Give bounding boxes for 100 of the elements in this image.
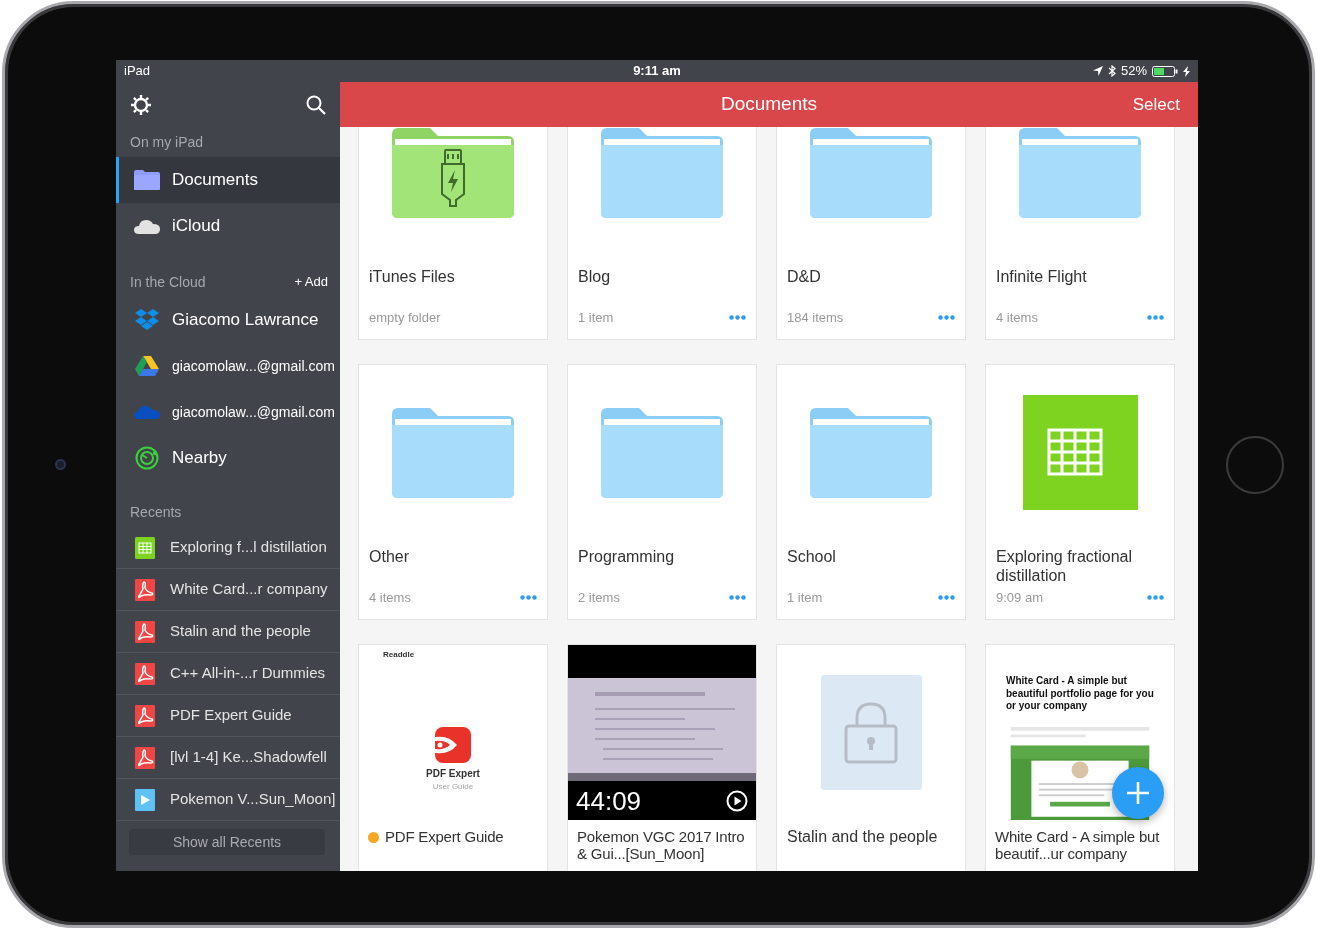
recent-item[interactable]: Stalin and the people: [116, 611, 340, 654]
sidebar-item[interactable]: Documents: [116, 157, 340, 204]
file-card[interactable]: D&D 184 items: [776, 127, 966, 341]
play-icon[interactable]: [726, 789, 748, 812]
folder-icon: [810, 127, 932, 218]
more-icon[interactable]: [729, 594, 746, 600]
home-button[interactable]: [1226, 435, 1284, 494]
app-logo-icon: [435, 727, 471, 764]
sidebar-item[interactable]: Giacomo Lawrance: [116, 297, 340, 344]
file-card[interactable]: Stalin and the people: [776, 644, 966, 871]
file-title: Programming: [578, 548, 675, 567]
video-duration: 44:09: [576, 787, 642, 814]
file-card[interactable]: School 1 item: [776, 364, 966, 621]
more-icon[interactable]: [1147, 594, 1164, 600]
camera-icon: [55, 459, 66, 470]
file-card[interactable]: Exploring fractional distillation 9:09 am: [985, 364, 1175, 621]
section-label: On my iPad: [130, 132, 204, 152]
file-title: Other: [369, 548, 409, 567]
pdf-icon: [135, 662, 155, 685]
file-title: Infinite Flight: [996, 268, 1087, 287]
radar-icon: [135, 446, 159, 471]
pdf-icon: [135, 578, 155, 601]
file-detail: empty folder: [369, 308, 441, 327]
search-icon[interactable]: [306, 94, 326, 115]
file-card[interactable]: Other 4 items: [358, 364, 548, 621]
file-title: Stalin and the people: [787, 828, 938, 847]
more-icon[interactable]: [938, 594, 955, 600]
publisher-text: Readdle: [382, 649, 415, 662]
folder-icon: [601, 407, 723, 498]
folder-icon: [1019, 127, 1141, 218]
file-title: White Card - A simple but beautif...ur company: [995, 828, 1161, 863]
sidebar-item[interactable]: iCloud: [116, 203, 340, 250]
folder-icon: [392, 407, 514, 498]
document-heading: White Card - A simple but beautiful portfolio page for you or your company: [1006, 675, 1154, 713]
section-label: In the Cloud: [130, 272, 206, 292]
battery-percent: 52%: [1120, 62, 1147, 81]
battery-icon: [1152, 65, 1178, 77]
box-icon: [135, 309, 159, 332]
usb-folder-icon: [392, 127, 514, 218]
file-detail: 4 items: [369, 588, 411, 607]
file-card[interactable]: 44:09 Pokemon VGC 2017 Intro & Gui...[Sun_Moon]: [567, 644, 757, 871]
recent-item[interactable]: White Card...r company: [116, 569, 340, 612]
file-title: Blog: [578, 268, 611, 287]
clock-time: 9:11 am: [633, 62, 681, 81]
charging-icon: [1183, 65, 1190, 77]
device-name: iPad: [124, 62, 151, 81]
settings-icon[interactable]: [130, 93, 152, 116]
file-detail: 184 items: [787, 308, 844, 327]
logo-title: PDF Expert: [426, 767, 480, 782]
sidebar-item[interactable]: giacomolaw...@gmail.com: [116, 389, 340, 436]
lock-icon: [844, 701, 898, 764]
sidebar-item[interactable]: giacomolaw...@gmail.com: [116, 343, 340, 390]
pdf-icon: [135, 620, 155, 643]
page-title: Documents: [720, 92, 818, 117]
file-title: Pokemon VGC 2017 Intro & Gui...[Sun_Moon]: [577, 828, 746, 863]
more-icon[interactable]: [938, 314, 955, 320]
pdf-icon: [135, 746, 155, 769]
plus-icon: [1126, 781, 1150, 805]
recent-item[interactable]: Pokemon V...Sun_Moon]: [116, 779, 340, 822]
logo-subtitle: User Guide: [432, 781, 474, 794]
bluetooth-icon: [1107, 65, 1116, 78]
file-detail: 4 items: [996, 308, 1038, 327]
file-title: School: [787, 548, 836, 567]
more-icon[interactable]: [1147, 314, 1164, 320]
folder-icon: [601, 127, 723, 218]
spreadsheet-icon: [1022, 395, 1138, 511]
file-detail: 2 items: [578, 588, 620, 607]
file-title: iTunes Files: [369, 268, 455, 287]
more-icon[interactable]: [729, 314, 746, 320]
file-card[interactable]: Infinite Flight 4 items: [985, 127, 1175, 341]
section-label: Recents: [130, 502, 182, 522]
file-detail: 1 item: [787, 588, 823, 607]
triangle-icon: [135, 356, 159, 377]
sidebar-item[interactable]: Nearby: [116, 435, 340, 482]
select-button[interactable]: Select: [1132, 91, 1198, 118]
file-title: Exploring fractional distillation: [996, 548, 1134, 585]
spreadsheet-icon: [135, 536, 155, 559]
show-all-button[interactable]: Show all Recents: [129, 829, 325, 856]
file-card[interactable]: Programming 2 items: [567, 364, 757, 621]
file-card[interactable]: White Card - A simple but beautiful portfolio page for you or your company White Card - A simple but beautif...ur company: [985, 644, 1175, 871]
recent-item[interactable]: PDF Expert Guide: [116, 695, 340, 738]
add-link[interactable]: + Add: [294, 272, 328, 292]
play-icon: [135, 788, 155, 811]
file-detail: 9:09 am: [996, 588, 1043, 607]
more-icon[interactable]: [520, 594, 537, 600]
folder-icon: [134, 170, 160, 191]
recent-item[interactable]: [lvl 1-4] Ke...Shadowfell: [116, 737, 340, 780]
file-card[interactable]: Readdle PDF Expert User Guide PDF Expert Guide: [358, 644, 548, 871]
cloud-icon: [134, 218, 160, 235]
location-icon: [1092, 66, 1103, 77]
pdf-icon: [135, 704, 155, 727]
file-title: PDF Expert Guide: [385, 828, 504, 846]
recent-item[interactable]: Exploring f...l distillation: [116, 527, 340, 570]
folder-icon: [810, 407, 932, 498]
file-card[interactable]: iTunes Files empty folder: [358, 127, 548, 341]
file-detail: 1 item: [578, 308, 614, 327]
cloud-icon: [134, 405, 160, 420]
file-title: D&D: [787, 268, 821, 287]
recent-item[interactable]: C++ All-in-...r Dummies: [116, 653, 340, 696]
file-card[interactable]: Blog 1 item: [567, 127, 757, 341]
